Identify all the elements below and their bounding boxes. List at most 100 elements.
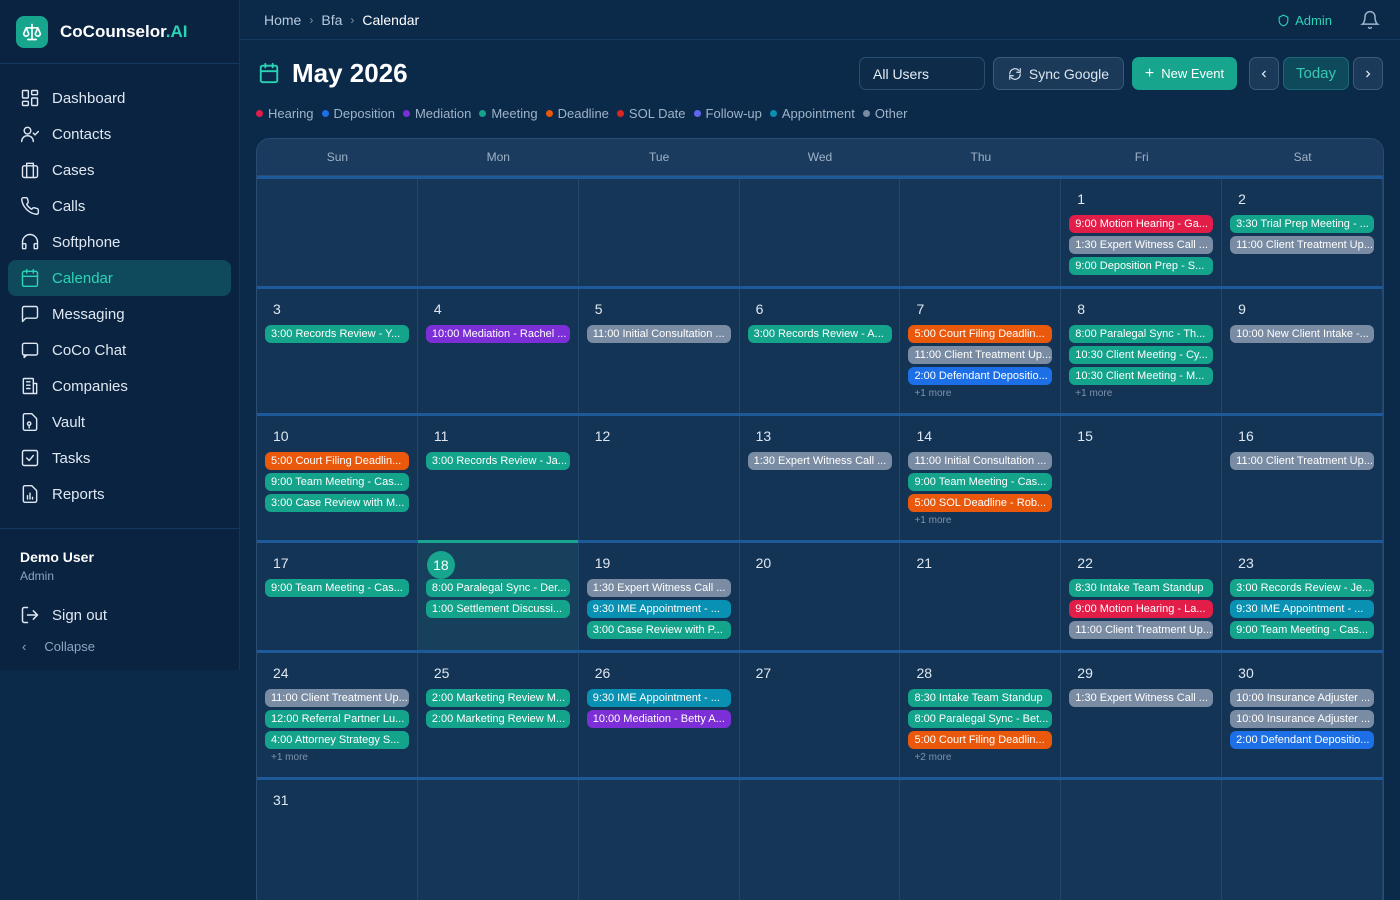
- event-chip-meeting[interactable]: 1:00 Settlement Discussi...: [425, 600, 570, 618]
- more-events-link[interactable]: +1 more: [1069, 388, 1213, 400]
- event-chip-meeting[interactable]: 3:00 Records Review - Ja...: [425, 452, 570, 470]
- event-chip-other[interactable]: 11:00 Client Treatment Up...: [1230, 236, 1375, 254]
- sidebar-item-vault[interactable]: Vault: [8, 404, 231, 440]
- event-chip-deadline[interactable]: 5:00 Court Filing Deadlin...: [908, 325, 1053, 343]
- event-chip-meeting[interactable]: 2:00 Marketing Review M...: [425, 689, 570, 707]
- event-chip-deposition[interactable]: 2:00 Defendant Depositio...: [908, 367, 1053, 385]
- calendar-day[interactable]: 30 10:00 Insurance Adjuster ... 10:00 Insu…: [1222, 653, 1383, 777]
- event-chip-other[interactable]: 11:00 Client Treatment Up...: [1230, 452, 1375, 470]
- event-chip-other[interactable]: 10:00 Insurance Adjuster ...: [1230, 689, 1375, 707]
- event-chip-hearing[interactable]: 9:00 Motion Hearing - La...: [1069, 600, 1214, 618]
- event-chip-mediation[interactable]: 10:00 Mediation - Rachel ...: [425, 325, 570, 343]
- next-month-button[interactable]: [1353, 57, 1383, 90]
- brand[interactable]: CoCounselor.AI: [0, 0, 239, 64]
- calendar-day[interactable]: 5 11:00 Initial Consultation ...: [579, 289, 740, 413]
- event-chip-meeting[interactable]: 4:00 Attorney Strategy S...: [265, 731, 409, 749]
- sidebar-item-contacts[interactable]: Contacts: [8, 116, 231, 152]
- event-chip-other[interactable]: 1:30 Expert Witness Call ...: [1069, 689, 1214, 707]
- calendar-day[interactable]: 7 5:00 Court Filing Deadlin... 11:00 Clien…: [900, 289, 1062, 413]
- event-chip-meeting[interactable]: 2:00 Marketing Review M...: [425, 710, 570, 728]
- event-chip-hearing[interactable]: 9:00 Motion Hearing - Ga...: [1069, 215, 1214, 233]
- calendar-day[interactable]: 21: [900, 543, 1062, 650]
- calendar-day[interactable]: 23 3:00 Records Review - Je... 9:30 IME Ap…: [1222, 543, 1383, 650]
- event-chip-meeting[interactable]: 9:00 Team Meeting - Cas...: [908, 473, 1053, 491]
- event-chip-meeting[interactable]: 3:30 Trial Prep Meeting - ...: [1230, 215, 1375, 233]
- more-events-link[interactable]: +1 more: [908, 388, 1052, 400]
- event-chip-other[interactable]: 1:30 Expert Witness Call ...: [747, 452, 892, 470]
- event-chip-other[interactable]: 11:00 Client Treatment Up...: [265, 689, 409, 707]
- calendar-day[interactable]: 2 3:30 Trial Prep Meeting - ... 11:00 Clie…: [1222, 179, 1383, 286]
- event-chip-other[interactable]: 1:30 Expert Witness Call ...: [1069, 236, 1214, 254]
- calendar-day[interactable]: 18 8:00 Paralegal Sync - Der... 1:00 Settl…: [417, 540, 579, 650]
- event-chip-other[interactable]: 1:30 Expert Witness Call ...: [586, 579, 731, 597]
- sidebar-item-cases[interactable]: Cases: [8, 152, 231, 188]
- event-chip-meeting[interactable]: 10:30 Client Meeting - M...: [1069, 367, 1214, 385]
- sidebar-item-companies[interactable]: Companies: [8, 368, 231, 404]
- collapse-button[interactable]: ‹ Collapse: [20, 639, 220, 654]
- event-chip-meeting[interactable]: 3:00 Records Review - Y...: [265, 325, 409, 343]
- event-chip-meeting[interactable]: 3:00 Records Review - Je...: [1230, 579, 1375, 597]
- event-chip-meeting[interactable]: 3:00 Case Review with M...: [265, 494, 409, 512]
- breadcrumb-bfa[interactable]: Bfa: [321, 12, 342, 28]
- calendar-day[interactable]: 13 1:30 Expert Witness Call ...: [740, 416, 901, 540]
- sync-google-button[interactable]: Sync Google: [993, 57, 1124, 90]
- calendar-day[interactable]: 1 9:00 Motion Hearing - Ga... 1:30 Expert …: [1061, 179, 1223, 286]
- calendar-day[interactable]: 11 3:00 Records Review - Ja...: [418, 416, 579, 540]
- breadcrumb-home[interactable]: Home: [264, 12, 301, 28]
- event-chip-meeting[interactable]: 9:00 Deposition Prep - S...: [1069, 257, 1214, 275]
- today-button[interactable]: Today: [1283, 57, 1349, 90]
- event-chip-other[interactable]: 11:00 Client Treatment Up...: [1069, 621, 1214, 639]
- calendar-day[interactable]: 22 8:30 Intake Team Standup 9:00 Motion He…: [1061, 543, 1223, 650]
- sidebar-item-coco-chat[interactable]: CoCo Chat: [8, 332, 231, 368]
- event-chip-appointment[interactable]: 9:30 IME Appointment - ...: [586, 689, 731, 707]
- calendar-day[interactable]: 24 11:00 Client Treatment Up... 12:00 Refe…: [257, 653, 418, 777]
- calendar-day[interactable]: 3 3:00 Records Review - Y...: [257, 289, 418, 413]
- event-chip-deadline[interactable]: 5:00 Court Filing Deadlin...: [908, 731, 1053, 749]
- previous-month-button[interactable]: [1249, 57, 1279, 90]
- event-chip-meeting[interactable]: 3:00 Records Review - A...: [747, 325, 892, 343]
- sidebar-item-calendar[interactable]: Calendar: [8, 260, 231, 296]
- calendar-day[interactable]: 27: [740, 653, 901, 777]
- event-chip-meeting[interactable]: 8:30 Intake Team Standup: [908, 689, 1053, 707]
- calendar-day[interactable]: 29 1:30 Expert Witness Call ...: [1061, 653, 1223, 777]
- event-chip-deadline[interactable]: 5:00 Court Filing Deadlin...: [265, 452, 409, 470]
- event-chip-meeting[interactable]: 8:00 Paralegal Sync - Der...: [425, 579, 570, 597]
- more-events-link[interactable]: +1 more: [908, 515, 1052, 527]
- sidebar-item-tasks[interactable]: Tasks: [8, 440, 231, 476]
- calendar-day[interactable]: 14 11:00 Initial Consultation ... 9:00 Tea…: [900, 416, 1062, 540]
- calendar-day[interactable]: 16 11:00 Client Treatment Up...: [1222, 416, 1383, 540]
- event-chip-mediation[interactable]: 10:00 Mediation - Betty A...: [586, 710, 731, 728]
- event-chip-meeting[interactable]: 8:00 Paralegal Sync - Th...: [1069, 325, 1214, 343]
- event-chip-deadline[interactable]: 5:00 SOL Deadline - Rob...: [908, 494, 1053, 512]
- calendar-day[interactable]: 28 8:30 Intake Team Standup 8:00 Paralegal…: [900, 653, 1062, 777]
- event-chip-meeting[interactable]: 9:00 Team Meeting - Cas...: [1230, 621, 1375, 639]
- sidebar-item-messaging[interactable]: Messaging: [8, 296, 231, 332]
- sign-out-button[interactable]: Sign out: [20, 605, 220, 625]
- more-events-link[interactable]: +1 more: [265, 752, 409, 764]
- bell-icon[interactable]: [1360, 10, 1380, 30]
- admin-badge[interactable]: Admin: [1277, 13, 1332, 28]
- event-chip-other[interactable]: 11:00 Client Treatment Up...: [908, 346, 1053, 364]
- calendar-day[interactable]: 17 9:00 Team Meeting - Cas...: [257, 543, 418, 650]
- event-chip-meeting[interactable]: 12:00 Referral Partner Lu...: [265, 710, 409, 728]
- event-chip-meeting[interactable]: 9:00 Team Meeting - Cas...: [265, 473, 409, 491]
- event-chip-meeting[interactable]: 3:00 Case Review with P...: [586, 621, 731, 639]
- event-chip-other[interactable]: 11:00 Initial Consultation ...: [586, 325, 731, 343]
- new-event-button[interactable]: + New Event: [1132, 57, 1237, 90]
- calendar-day[interactable]: 25 2:00 Marketing Review M... 2:00 Marketi…: [418, 653, 579, 777]
- event-chip-meeting[interactable]: 9:00 Team Meeting - Cas...: [265, 579, 409, 597]
- event-chip-other[interactable]: 10:00 Insurance Adjuster ...: [1230, 710, 1375, 728]
- calendar-day[interactable]: 6 3:00 Records Review - A...: [740, 289, 901, 413]
- event-chip-meeting[interactable]: 10:30 Client Meeting - Cy...: [1069, 346, 1214, 364]
- users-select[interactable]: All Users: [859, 57, 985, 90]
- event-chip-other[interactable]: 10:00 New Client Intake -...: [1230, 325, 1375, 343]
- calendar-day[interactable]: 19 1:30 Expert Witness Call ... 9:30 IME A…: [579, 543, 740, 650]
- calendar-day[interactable]: 10 5:00 Court Filing Deadlin... 9:00 Team …: [257, 416, 418, 540]
- calendar-day[interactable]: 9 10:00 New Client Intake -...: [1222, 289, 1383, 413]
- calendar-day[interactable]: 4 10:00 Mediation - Rachel ...: [418, 289, 579, 413]
- event-chip-other[interactable]: 11:00 Initial Consultation ...: [908, 452, 1053, 470]
- sidebar-item-reports[interactable]: Reports: [8, 476, 231, 512]
- calendar-day[interactable]: 8 8:00 Paralegal Sync - Th... 10:30 Client…: [1061, 289, 1223, 413]
- event-chip-meeting[interactable]: 8:00 Paralegal Sync - Bet...: [908, 710, 1053, 728]
- sidebar-item-softphone[interactable]: Softphone: [8, 224, 231, 260]
